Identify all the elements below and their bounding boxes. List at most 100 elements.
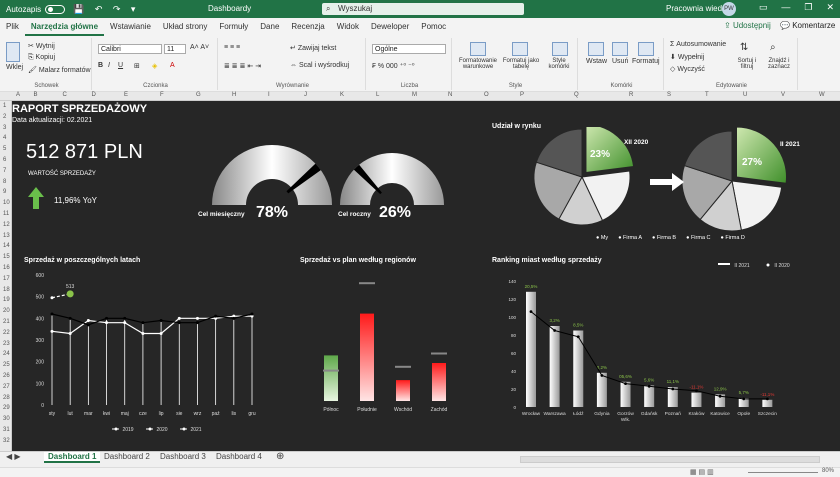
column-header[interactable]: F [160,92,164,98]
row-header[interactable]: 29 [3,405,10,411]
column-header[interactable]: Q [574,92,579,98]
column-header[interactable]: A [16,92,20,98]
row-header[interactable]: 25 [3,362,10,368]
cut-button[interactable]: ✂ Wytnij [28,42,55,50]
cell-styles-icon[interactable] [552,42,568,56]
tab-4[interactable]: Formuły [213,18,254,36]
row-header[interactable]: 17 [3,276,10,282]
conditional-format-icon[interactable] [470,42,486,56]
view-icons[interactable]: ▦ ▤ ▥ [690,468,714,476]
row-header[interactable]: 21 [3,319,10,325]
tab-9[interactable]: Pomoc [415,18,452,36]
number-format-icons[interactable]: ₣ % 000 ⁺⁰ ⁻⁰ [372,62,415,70]
row-header[interactable]: 27 [3,384,10,390]
row-header[interactable]: 32 [3,438,10,444]
merge-center-button[interactable]: ⇔ Scal i wyśrodkuj [290,62,349,69]
column-header[interactable]: P [520,92,524,98]
insert-cells-icon[interactable] [588,42,604,56]
sheet-tab-1[interactable]: Dashboard 1 [44,452,101,463]
tab-1[interactable]: Narzędzia główne [24,18,105,36]
fill-button[interactable]: ⬇ Wypełnij [670,53,704,61]
column-header[interactable]: D [92,92,96,98]
column-header[interactable]: O [484,92,489,98]
comments-button[interactable]: 💬 Komentarze [780,21,835,30]
column-header[interactable]: S [667,92,671,98]
sort-filter-icon[interactable]: ⇅ [740,42,748,53]
bold-button[interactable]: B [98,62,103,69]
row-header[interactable]: 30 [3,416,10,422]
row-header[interactable]: 18 [3,287,10,293]
sort-filter-button[interactable]: Sortuj i filtruj [734,58,760,70]
border-icon[interactable]: ⊞ [134,62,140,70]
row-header[interactable]: 7 [3,168,6,174]
column-header[interactable]: J [304,92,307,98]
column-header[interactable]: V [781,92,785,98]
find-select-icon[interactable]: ⌕ [770,42,776,53]
row-header[interactable]: 31 [3,427,10,433]
tab-5[interactable]: Dane [254,18,285,36]
row-header[interactable]: 26 [3,373,10,379]
avatar[interactable]: PW [722,2,736,16]
format-as-table-button[interactable]: Formatuj jako tabelę [502,58,540,70]
ribbon-options-icon[interactable]: ▭ [759,2,768,13]
row-header[interactable]: 6 [3,157,6,163]
row-header[interactable]: 12 [3,222,10,228]
row-header[interactable]: 3 [3,125,6,131]
format-cells-button[interactable]: Formatuj [632,58,660,65]
tab-6[interactable]: Recenzja [285,18,330,36]
column-header[interactable]: K [340,92,344,98]
row-header[interactable]: 10 [3,200,10,206]
column-header[interactable]: R [629,92,633,98]
share-button[interactable]: ⇪ Udostępnij [724,21,771,30]
quick-access-icons[interactable]: 💾 ↶ ↷ ▾ [73,4,139,15]
column-header[interactable]: L [376,92,379,98]
delete-cells-button[interactable]: Usuń [612,58,628,65]
column-header[interactable]: U [743,92,747,98]
font-size-icons[interactable]: A˄ A˅ [190,44,209,51]
tab-2[interactable]: Wstawianie [104,18,157,36]
font-name-select[interactable]: Calibri [98,44,162,54]
column-header[interactable]: G [196,92,201,98]
row-header[interactable]: 20 [3,308,10,314]
format-painter-button[interactable]: 🖌 Malarz formatów [28,66,91,74]
find-select-button[interactable]: Znajdź i zaznacz [762,58,796,70]
column-header[interactable]: W [819,92,825,98]
row-header[interactable]: 11 [3,211,9,217]
row-header[interactable]: 24 [3,351,10,357]
clear-button[interactable]: ◇ Wyczyść [670,65,705,73]
horizontal-align-icons[interactable]: ≣ ≣ ≣ ⇤ ⇥ [224,62,261,70]
row-header[interactable]: 14 [3,243,10,249]
row-header[interactable]: 23 [3,341,10,347]
tab-3[interactable]: Układ strony [157,18,213,36]
row-header[interactable]: 22 [3,330,10,336]
search-box[interactable]: ⌕ Wyszukaj [322,3,524,15]
row-header[interactable]: 4 [3,135,6,141]
cell-styles-button[interactable]: Style komórki [542,58,576,70]
tab-0[interactable]: Plik [0,18,25,36]
wrap-text-button[interactable]: ↵ Zawijaj tekst [290,44,336,52]
top-align-icons[interactable]: ≡ ≡ ≡ [224,44,240,51]
underline-button[interactable]: U [118,62,123,69]
format-as-table-icon[interactable] [512,42,528,56]
column-header[interactable]: N [448,92,452,98]
sheet-tab-4[interactable]: Dashboard 4 [212,452,266,461]
insert-cells-button[interactable]: Wstaw [586,58,607,65]
copy-button[interactable]: ⎘ Kopiuj [28,54,55,62]
row-header[interactable]: 15 [3,254,10,260]
fill-color-icon[interactable]: ◈ [152,62,157,70]
sheet-nav-icons[interactable]: ◀ ▶ [6,452,21,461]
sheet-tab-3[interactable]: Dashboard 3 [156,452,210,461]
row-header[interactable]: 16 [3,265,10,271]
autosum-button[interactable]: Σ Autosumowanie [670,41,726,48]
row-header[interactable]: 1 [3,103,6,109]
zoom-slider[interactable] [748,472,818,473]
column-header[interactable]: H [232,92,236,98]
paste-icon[interactable] [6,42,20,62]
sheet-tab-2[interactable]: Dashboard 2 [100,452,154,461]
tab-8[interactable]: Deweloper [365,18,415,36]
row-header[interactable]: 2 [3,114,6,120]
tab-7[interactable]: Widok [331,18,365,36]
paste-button[interactable]: Wklej [6,64,23,71]
font-size-select[interactable]: 11 [164,44,186,54]
row-header[interactable]: 9 [3,189,6,195]
